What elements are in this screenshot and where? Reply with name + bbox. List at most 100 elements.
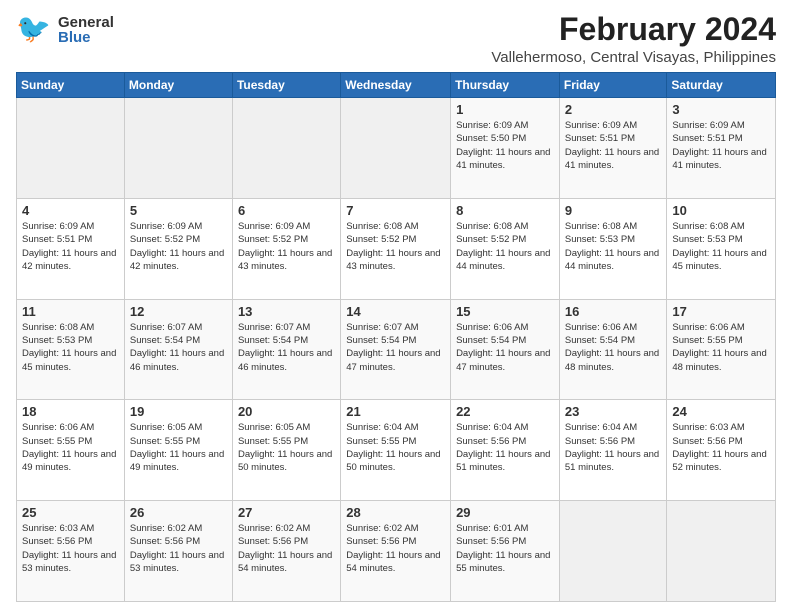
day-info: Sunrise: 6:06 AM Sunset: 5:54 PM Dayligh… xyxy=(456,321,554,374)
day-number: 19 xyxy=(130,404,227,419)
day-number: 5 xyxy=(130,203,227,218)
col-header-friday: Friday xyxy=(559,73,667,98)
day-info: Sunrise: 6:09 AM Sunset: 5:52 PM Dayligh… xyxy=(238,220,335,273)
day-number: 11 xyxy=(22,304,119,319)
day-info: Sunrise: 6:09 AM Sunset: 5:50 PM Dayligh… xyxy=(456,119,554,172)
logo-bird-icon: 🐦 xyxy=(16,12,54,48)
calendar-cell: 24 Sunrise: 6:03 AM Sunset: 5:56 PM Dayli… xyxy=(667,400,776,501)
calendar-cell xyxy=(232,98,340,199)
col-header-sunday: Sunday xyxy=(17,73,125,98)
day-info: Sunrise: 6:07 AM Sunset: 5:54 PM Dayligh… xyxy=(238,321,335,374)
day-number: 7 xyxy=(346,203,445,218)
col-header-monday: Monday xyxy=(124,73,232,98)
day-info: Sunrise: 6:06 AM Sunset: 5:55 PM Dayligh… xyxy=(672,321,770,374)
calendar-cell xyxy=(124,98,232,199)
calendar-cell xyxy=(559,501,667,602)
calendar-cell xyxy=(17,98,125,199)
day-number: 14 xyxy=(346,304,445,319)
calendar-cell: 28 Sunrise: 6:02 AM Sunset: 5:56 PM Dayli… xyxy=(341,501,451,602)
logo: 🐦 General Blue xyxy=(16,12,114,48)
day-info: Sunrise: 6:06 AM Sunset: 5:54 PM Dayligh… xyxy=(565,321,662,374)
day-info: Sunrise: 6:02 AM Sunset: 5:56 PM Dayligh… xyxy=(238,522,335,575)
day-number: 23 xyxy=(565,404,662,419)
calendar-cell: 21 Sunrise: 6:04 AM Sunset: 5:55 PM Dayli… xyxy=(341,400,451,501)
calendar-cell: 5Sunrise: 6:09 AM Sunset: 5:52 PM Daylig… xyxy=(124,198,232,299)
calendar-cell: 12Sunrise: 6:07 AM Sunset: 5:54 PM Dayli… xyxy=(124,299,232,400)
col-header-saturday: Saturday xyxy=(667,73,776,98)
day-info: Sunrise: 6:01 AM Sunset: 5:56 PM Dayligh… xyxy=(456,522,554,575)
calendar-cell: 10Sunrise: 6:08 AM Sunset: 5:53 PM Dayli… xyxy=(667,198,776,299)
day-number: 20 xyxy=(238,404,335,419)
day-info: Sunrise: 6:09 AM Sunset: 5:51 PM Dayligh… xyxy=(22,220,119,273)
day-number: 15 xyxy=(456,304,554,319)
day-number: 22 xyxy=(456,404,554,419)
day-number: 25 xyxy=(22,505,119,520)
day-number: 24 xyxy=(672,404,770,419)
title-block: February 2024 Vallehermoso, Central Visa… xyxy=(491,12,776,66)
calendar-cell: 16 Sunrise: 6:06 AM Sunset: 5:54 PM Dayli… xyxy=(559,299,667,400)
calendar-cell: 6 Sunrise: 6:09 AM Sunset: 5:52 PM Daylig… xyxy=(232,198,340,299)
calendar-cell: 26Sunrise: 6:02 AM Sunset: 5:56 PM Dayli… xyxy=(124,501,232,602)
day-number: 2 xyxy=(565,102,662,117)
calendar-week-2: 11Sunrise: 6:08 AM Sunset: 5:53 PM Dayli… xyxy=(17,299,776,400)
day-number: 13 xyxy=(238,304,335,319)
day-number: 9 xyxy=(565,203,662,218)
day-info: Sunrise: 6:03 AM Sunset: 5:56 PM Dayligh… xyxy=(672,421,770,474)
calendar-cell: 15 Sunrise: 6:06 AM Sunset: 5:54 PM Dayli… xyxy=(451,299,560,400)
calendar-table: SundayMondayTuesdayWednesdayThursdayFrid… xyxy=(16,72,776,602)
day-number: 21 xyxy=(346,404,445,419)
day-number: 27 xyxy=(238,505,335,520)
day-info: Sunrise: 6:02 AM Sunset: 5:56 PM Dayligh… xyxy=(346,522,445,575)
day-number: 18 xyxy=(22,404,119,419)
day-number: 8 xyxy=(456,203,554,218)
page-title: February 2024 xyxy=(491,12,776,47)
calendar-cell: 1 Sunrise: 6:09 AM Sunset: 5:50 PM Daylig… xyxy=(451,98,560,199)
calendar-cell: 8Sunrise: 6:08 AM Sunset: 5:52 PM Daylig… xyxy=(451,198,560,299)
calendar-week-3: 18 Sunrise: 6:06 AM Sunset: 5:55 PM Dayli… xyxy=(17,400,776,501)
day-info: Sunrise: 6:07 AM Sunset: 5:54 PM Dayligh… xyxy=(346,321,445,374)
day-info: Sunrise: 6:05 AM Sunset: 5:55 PM Dayligh… xyxy=(130,421,227,474)
calendar-cell: 27 Sunrise: 6:02 AM Sunset: 5:56 PM Dayli… xyxy=(232,501,340,602)
header: 🐦 General Blue February 2024 Vallehermos… xyxy=(16,12,776,66)
day-info: Sunrise: 6:09 AM Sunset: 5:51 PM Dayligh… xyxy=(565,119,662,172)
calendar-week-1: 4 Sunrise: 6:09 AM Sunset: 5:51 PM Daylig… xyxy=(17,198,776,299)
calendar-cell xyxy=(667,501,776,602)
location-subtitle: Vallehermoso, Central Visayas, Philippin… xyxy=(491,49,776,66)
day-number: 3 xyxy=(672,102,770,117)
day-info: Sunrise: 6:03 AM Sunset: 5:56 PM Dayligh… xyxy=(22,522,119,575)
calendar-week-4: 25 Sunrise: 6:03 AM Sunset: 5:56 PM Dayli… xyxy=(17,501,776,602)
day-number: 12 xyxy=(130,304,227,319)
page: 🐦 General Blue February 2024 Vallehermos… xyxy=(0,0,792,612)
calendar-cell: 3 Sunrise: 6:09 AM Sunset: 5:51 PM Daylig… xyxy=(667,98,776,199)
calendar-cell: 13 Sunrise: 6:07 AM Sunset: 5:54 PM Dayli… xyxy=(232,299,340,400)
calendar-cell: 17 Sunrise: 6:06 AM Sunset: 5:55 PM Dayli… xyxy=(667,299,776,400)
day-number: 6 xyxy=(238,203,335,218)
day-number: 1 xyxy=(456,102,554,117)
svg-text:🐦: 🐦 xyxy=(16,13,51,44)
day-number: 28 xyxy=(346,505,445,520)
day-number: 16 xyxy=(565,304,662,319)
calendar-cell: 22 Sunrise: 6:04 AM Sunset: 5:56 PM Dayli… xyxy=(451,400,560,501)
logo-name: General Blue xyxy=(58,15,114,45)
calendar-cell: 23Sunrise: 6:04 AM Sunset: 5:56 PM Dayli… xyxy=(559,400,667,501)
calendar-cell: 11Sunrise: 6:08 AM Sunset: 5:53 PM Dayli… xyxy=(17,299,125,400)
day-number: 17 xyxy=(672,304,770,319)
calendar-cell: 9Sunrise: 6:08 AM Sunset: 5:53 PM Daylig… xyxy=(559,198,667,299)
day-info: Sunrise: 6:04 AM Sunset: 5:56 PM Dayligh… xyxy=(456,421,554,474)
day-info: Sunrise: 6:08 AM Sunset: 5:52 PM Dayligh… xyxy=(346,220,445,273)
calendar-week-0: 1 Sunrise: 6:09 AM Sunset: 5:50 PM Daylig… xyxy=(17,98,776,199)
calendar-cell: 25 Sunrise: 6:03 AM Sunset: 5:56 PM Dayli… xyxy=(17,501,125,602)
day-number: 4 xyxy=(22,203,119,218)
day-info: Sunrise: 6:04 AM Sunset: 5:55 PM Dayligh… xyxy=(346,421,445,474)
day-number: 29 xyxy=(456,505,554,520)
day-info: Sunrise: 6:06 AM Sunset: 5:55 PM Dayligh… xyxy=(22,421,119,474)
col-header-tuesday: Tuesday xyxy=(232,73,340,98)
day-info: Sunrise: 6:09 AM Sunset: 5:51 PM Dayligh… xyxy=(672,119,770,172)
calendar-cell: 18 Sunrise: 6:06 AM Sunset: 5:55 PM Dayli… xyxy=(17,400,125,501)
calendar-cell xyxy=(341,98,451,199)
calendar-cell: 2 Sunrise: 6:09 AM Sunset: 5:51 PM Daylig… xyxy=(559,98,667,199)
calendar-cell: 14 Sunrise: 6:07 AM Sunset: 5:54 PM Dayli… xyxy=(341,299,451,400)
col-header-wednesday: Wednesday xyxy=(341,73,451,98)
calendar-cell: 20Sunrise: 6:05 AM Sunset: 5:55 PM Dayli… xyxy=(232,400,340,501)
calendar-cell: 4 Sunrise: 6:09 AM Sunset: 5:51 PM Daylig… xyxy=(17,198,125,299)
